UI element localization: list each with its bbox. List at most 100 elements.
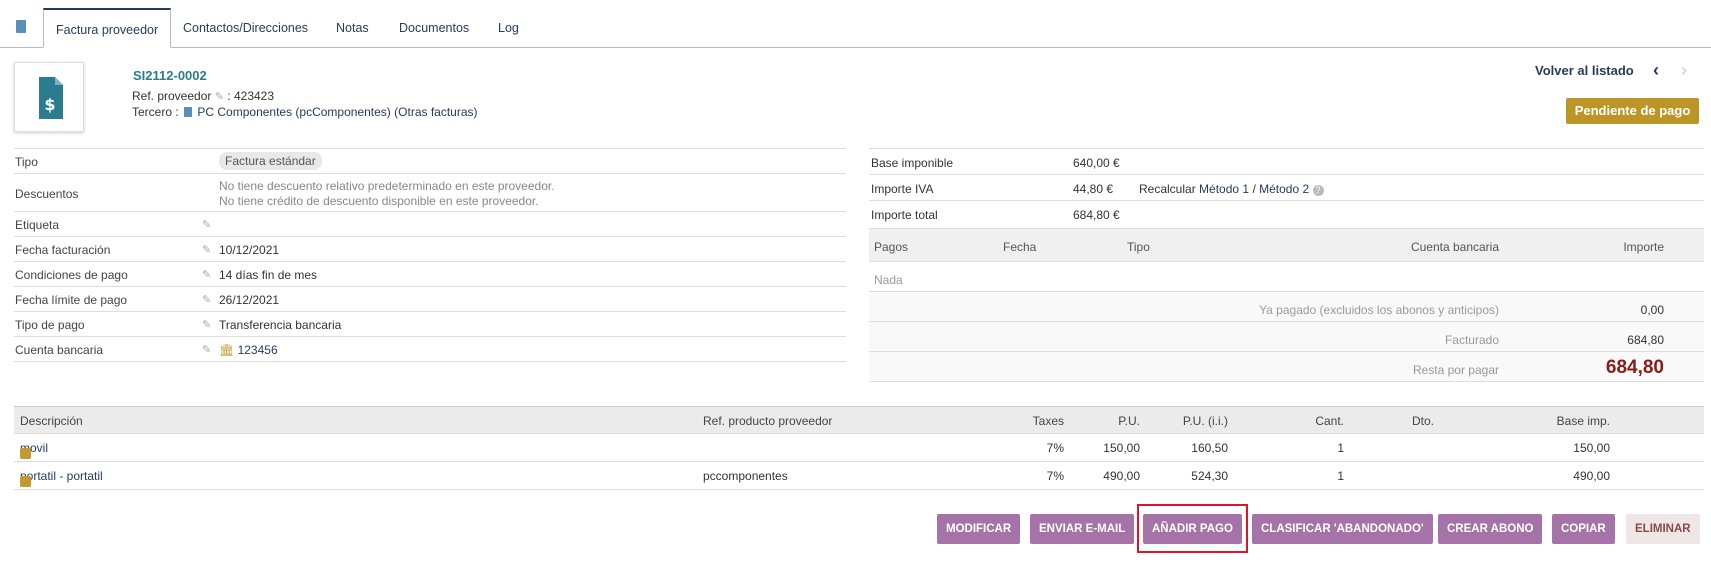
row-pu: 490,00 [1103,469,1140,483]
amount-row-base: Base imponible 640,00 € [869,148,1704,174]
value-fecha-facturacion: 10/12/2021 [219,243,280,257]
label-tipo-pago: Tipo de pago [15,318,85,332]
row-pu-ii: 524,30 [1191,469,1228,483]
row-cant: 1 [1337,469,1344,483]
discount-line-2: No tiene crédito de descuento disponible… [219,194,539,208]
invoice-dollar-icon: $ [39,77,63,119]
invoice-details-table: Tipo Factura estándar Descuentos No tien… [14,148,846,362]
send-email-button[interactable]: ENVIAR E-MAIL [1030,514,1135,544]
col-pagos: Pagos [874,240,909,254]
edit-pencil-icon[interactable]: ✎ [215,90,224,103]
supplier-ref-label: Ref. proveedor [132,89,212,103]
col-fecha: Fecha [1003,240,1037,254]
invoiced-row: Facturado 684,80 [869,322,1704,352]
label-total: Importe total [871,208,938,222]
document-thumbnail: $ [14,62,84,132]
amount-row-total: Importe total 684,80 € [869,200,1704,226]
invoice-ref: SI2112-0002 [133,68,207,83]
col-pu: P.U. [1118,414,1140,428]
edit-pencil-icon[interactable]: ✎ [202,318,211,331]
col-cant: Cant. [1315,414,1344,428]
tab-notas[interactable]: Notas [324,8,381,48]
row-base: 490,00 [1573,469,1610,483]
edit-pencil-icon[interactable]: ✎ [202,243,211,256]
detail-row-descuentos: Descuentos No tiene descuento relativo p… [14,173,846,211]
label-iva: Importe IVA [871,182,934,196]
col-tipo: Tipo [1127,240,1150,254]
label-fecha-limite: Fecha límite de pago [15,293,128,307]
create-credit-note-button[interactable]: CREAR ABONO [1438,514,1543,544]
row-pu: 150,00 [1103,441,1140,455]
company-icon [184,107,193,117]
invoiced-value: 684,80 [1627,333,1664,347]
col-descripcion: Descripción [20,414,83,428]
col-taxes: Taxes [1032,414,1064,428]
edit-pencil-icon[interactable]: ✎ [202,268,211,281]
detail-row-condiciones: Condiciones de pago ✎ 14 días fin de mes [14,261,846,286]
other-invoices-link[interactable]: (Otras facturas) [394,105,477,119]
detail-row-etiqueta: Etiqueta ✎ [14,211,846,236]
remaining-row: Resta por pagar 684,80 [869,352,1704,382]
method-1-link[interactable]: Método 1 [1199,182,1249,196]
detail-row-tipo: Tipo Factura estándar [14,148,846,173]
help-icon[interactable]: ? [1312,185,1324,196]
edit-pencil-icon[interactable]: ✎ [202,293,211,306]
third-party: Tercero : PC Componentes (pcComponentes)… [132,105,478,119]
method-separator: / [1252,182,1256,196]
payments-header: Pagos Fecha Tipo Cuenta bancaria Importe [869,228,1704,262]
row-base: 150,00 [1573,441,1610,455]
value-fecha-limite: 26/12/2021 [219,293,280,307]
invoice-type-badge: Factura estándar [219,152,322,170]
edit-pencil-icon[interactable]: ✎ [202,218,211,231]
third-party-label: Tercero : [132,105,179,119]
tab-factura-proveedor[interactable]: Factura proveedor [43,8,172,48]
tab-log[interactable]: Log [486,8,531,48]
lines-header: Descripción Ref. producto proveedor Taxe… [14,406,1704,434]
row-ref: pccomponentes [703,469,788,483]
method-2-link[interactable]: Método 2 [1259,182,1309,196]
invoice-icon[interactable] [16,20,26,33]
label-base: Base imponible [871,156,954,170]
paid-label: Ya pagado (excluidos los abonos y antici… [1259,303,1499,317]
invoiced-label: Facturado [1444,333,1499,347]
classify-abandoned-button[interactable]: CLASIFICAR 'ABANDONADO' [1252,514,1433,544]
previous-chevron-icon[interactable]: ‹ [1653,60,1659,81]
table-row: portatil - portatil pccomponentes 7% 490… [14,462,1704,490]
recalc-label: Recalcular [1139,182,1196,196]
col-dto: Dto. [1411,414,1434,428]
bank-icon: 🏛 [219,343,235,357]
tab-documentos[interactable]: Documentos [387,8,481,48]
highlight-box [1137,504,1248,553]
supplier-ref: Ref. proveedor ✎ : 423423 [132,89,274,103]
row-taxes: 7% [1046,469,1064,483]
delete-button[interactable]: ELIMINAR [1626,514,1700,544]
tab-contactos[interactable]: Contactos/Direcciones [171,8,320,48]
discount-line-1: No tiene descuento relativo predetermina… [219,179,555,193]
copy-button[interactable]: COPIAR [1552,514,1615,544]
back-to-list-link[interactable]: Volver al listado [1535,63,1634,78]
amount-row-iva: Importe IVA 44,80 € Recalcular Método 1 … [869,174,1704,200]
value-tipo-pago: Transferencia bancaria [219,318,342,332]
svg-text:$: $ [44,95,55,114]
paid-row: Ya pagado (excluidos los abonos y antici… [869,292,1704,322]
value-condiciones-pago: 14 días fin de mes [219,268,318,282]
detail-row-cuenta: Cuenta bancaria ✎ 🏛 123456 [14,336,846,362]
col-cuenta: Cuenta bancaria [1410,240,1499,254]
amounts-table: Base imponible 640,00 € Importe IVA 44,8… [869,148,1704,226]
next-chevron-icon: › [1681,60,1687,80]
value-iva: 44,80 € [1073,182,1114,196]
remaining-label: Resta por pagar [1412,363,1499,377]
third-party-link[interactable]: PC Componentes (pcComponentes) [197,105,390,119]
payments-empty: Nada [874,273,903,287]
product-link[interactable]: portatil - portatil [20,469,103,483]
bank-account-link[interactable]: 123456 [238,343,278,357]
paid-value: 0,00 [1640,303,1664,317]
remaining-value: 684,80 [1605,357,1664,378]
label-cuenta-bancaria: Cuenta bancaria [15,343,104,357]
tab-bar: Factura proveedor Contactos/Direcciones … [0,0,1711,48]
label-fecha-facturacion: Fecha facturación [15,243,111,257]
col-base: Base imp. [1556,414,1610,428]
modificar-button[interactable]: MODIFICAR [937,514,1021,544]
status-badge: Pendiente de pago [1566,98,1699,124]
edit-pencil-icon[interactable]: ✎ [202,343,211,356]
